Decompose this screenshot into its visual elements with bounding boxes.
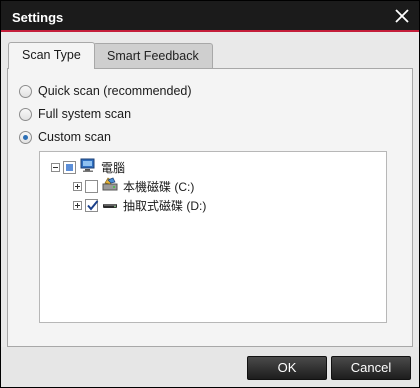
close-icon (395, 9, 409, 23)
close-button[interactable] (391, 5, 413, 27)
full-scan-option[interactable]: Full system scan (19, 106, 131, 122)
title-bar: Settings (1, 1, 419, 32)
local-disk-checkbox[interactable] (85, 179, 98, 193)
window-title: Settings (12, 10, 64, 25)
custom-scan-radio[interactable] (19, 130, 32, 144)
ok-button[interactable]: OK (247, 356, 327, 380)
removable-disk-checkbox[interactable] (85, 198, 99, 212)
removable-disk-label: 抽取式磁碟 (D:) (123, 198, 207, 213)
local-disk-icon (102, 177, 118, 195)
custom-scan-option[interactable]: Custom scan (19, 129, 111, 145)
folder-tree[interactable]: 電腦 本機磁碟 (C:) 抽取式磁碟 (D:) (39, 151, 387, 323)
custom-scan-label: Custom scan (38, 130, 111, 144)
computer-checkbox[interactable] (63, 160, 76, 174)
collapse-icon[interactable] (51, 162, 60, 172)
settings-window: Settings Scan Type Smart Feedback Quick … (0, 0, 420, 388)
tab-scan-type[interactable]: Scan Type (8, 42, 95, 69)
expand-icon[interactable] (73, 181, 82, 191)
tree-node-computer: 電腦 (51, 158, 126, 176)
computer-icon (80, 158, 96, 176)
tree-node-removable-disk: 抽取式磁碟 (D:) (73, 197, 206, 213)
full-scan-radio[interactable] (19, 107, 32, 121)
local-disk-label: 本機磁碟 (C:) (123, 179, 195, 194)
tab-smart-feedback[interactable]: Smart Feedback (93, 43, 213, 68)
cancel-button[interactable]: Cancel (331, 356, 411, 380)
quick-scan-radio[interactable] (19, 84, 32, 98)
quick-scan-option[interactable]: Quick scan (recommended) (19, 83, 192, 99)
removable-disk-icon (102, 196, 118, 214)
computer-label: 電腦 (101, 160, 126, 175)
expand-icon[interactable] (73, 200, 82, 210)
quick-scan-label: Quick scan (recommended) (38, 84, 192, 98)
scan-type-panel: Quick scan (recommended) Full system sca… (7, 68, 413, 347)
full-scan-label: Full system scan (38, 107, 132, 121)
tree-node-local-disk: 本機磁碟 (C:) (73, 177, 195, 195)
checkmark-icon (87, 199, 99, 211)
